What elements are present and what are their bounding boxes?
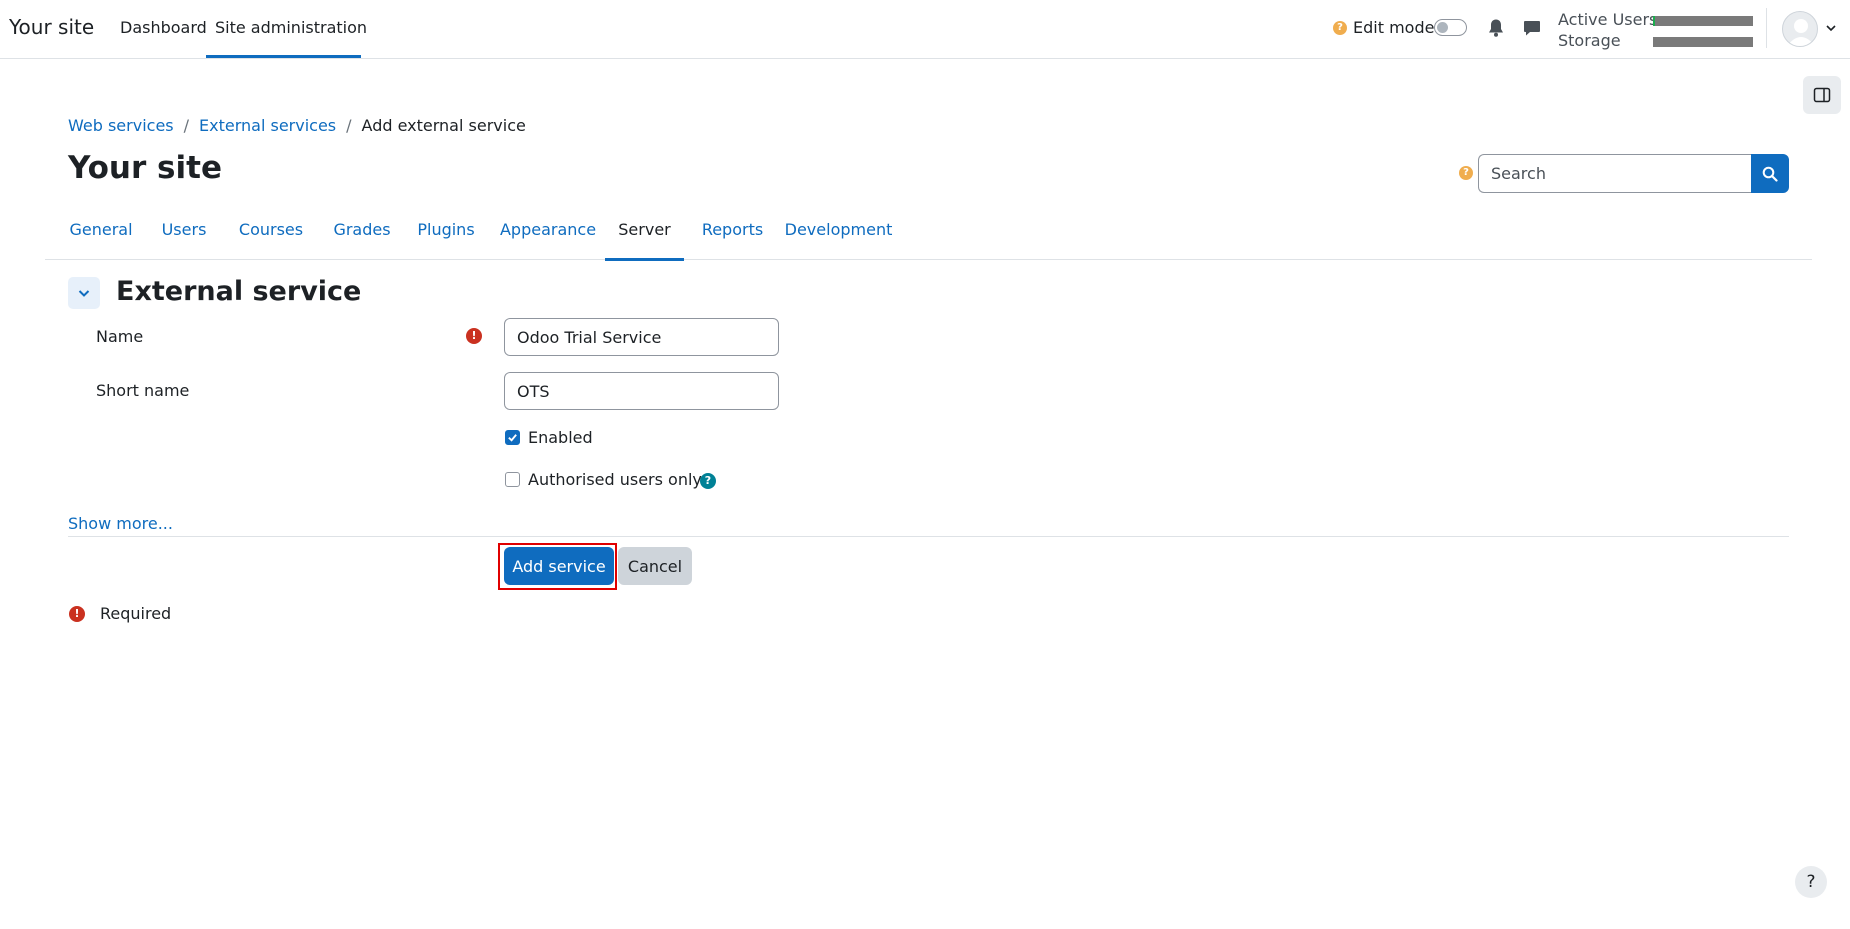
checkmark-icon: [508, 434, 517, 442]
authorised-users-checkbox[interactable]: [505, 472, 520, 487]
short-name-input[interactable]: [504, 372, 779, 410]
add-service-button[interactable]: Add service: [504, 547, 614, 585]
search-icon: [1762, 166, 1778, 182]
nav-active-indicator: [206, 55, 361, 58]
show-more-link[interactable]: Show more...: [68, 514, 173, 533]
name-label: Name: [96, 327, 144, 346]
search-button[interactable]: [1751, 154, 1789, 193]
short-name-label: Short name: [96, 381, 190, 400]
block-drawer-toggle[interactable]: [1803, 76, 1841, 114]
tab-server[interactable]: Server: [605, 218, 684, 261]
messages-chat-icon[interactable]: [1522, 18, 1542, 38]
toggle-knob: [1437, 22, 1448, 33]
user-avatar[interactable]: [1782, 11, 1818, 47]
cancel-button[interactable]: Cancel: [618, 547, 692, 585]
tab-development[interactable]: Development: [785, 218, 893, 260]
breadcrumb: Web services / External services / Add exter…: [68, 116, 526, 135]
active-users-bar: [1653, 16, 1753, 26]
edit-mode-label: Edit mode: [1353, 18, 1435, 37]
section-collapse-button[interactable]: [68, 277, 100, 309]
sidebar-panel-icon: [1813, 87, 1831, 103]
admin-tabs: General Users Courses Grades Plugins App…: [45, 218, 1812, 261]
edit-mode-help-icon[interactable]: ?: [1333, 21, 1347, 35]
admin-search-input[interactable]: [1478, 154, 1752, 193]
page-title: Your site: [68, 150, 222, 186]
chevron-down-icon[interactable]: [1824, 21, 1838, 35]
tab-users[interactable]: Users: [161, 218, 207, 260]
tab-courses[interactable]: Courses: [238, 218, 304, 260]
breadcrumb-separator: /: [346, 116, 352, 135]
site-brand[interactable]: Your site: [9, 15, 94, 39]
enabled-label: Enabled: [528, 428, 593, 447]
top-navbar: Your site Dashboard Site administration …: [0, 0, 1850, 59]
active-users-label: Active Users: [1558, 10, 1658, 29]
storage-bar: [1653, 37, 1753, 47]
form-divider: [68, 536, 1789, 537]
breadcrumb-web-services[interactable]: Web services: [68, 116, 174, 135]
required-legend: Required: [100, 604, 172, 623]
tab-appearance[interactable]: Appearance: [500, 218, 596, 260]
authorised-users-label: Authorised users only: [528, 470, 702, 489]
name-input[interactable]: [504, 318, 779, 356]
active-users-bar-fill: [1653, 16, 1655, 26]
search-help-icon[interactable]: ?: [1459, 166, 1473, 180]
footer-help-button[interactable]: ?: [1795, 866, 1827, 898]
edit-mode-toggle[interactable]: [1434, 19, 1467, 36]
notifications-bell-icon[interactable]: [1487, 18, 1505, 38]
tab-general[interactable]: General: [69, 218, 133, 260]
question-help-icon[interactable]: ?: [700, 473, 716, 489]
tab-grades[interactable]: Grades: [333, 218, 391, 260]
required-icon: !: [466, 328, 482, 344]
breadcrumb-current: Add external service: [361, 116, 526, 135]
tab-plugins[interactable]: Plugins: [416, 218, 476, 260]
nav-dashboard[interactable]: Dashboard: [120, 18, 207, 37]
enabled-checkbox[interactable]: [505, 430, 520, 445]
required-icon: !: [69, 606, 85, 622]
section-title: External service: [116, 276, 362, 307]
user-silhouette-icon: [1787, 19, 1815, 46]
breadcrumb-external-services[interactable]: External services: [199, 116, 336, 135]
tab-reports[interactable]: Reports: [699, 218, 766, 260]
storage-label: Storage: [1558, 31, 1621, 50]
chevron-down-icon: [78, 290, 90, 297]
nav-divider: [1766, 8, 1767, 48]
breadcrumb-separator: /: [183, 116, 190, 135]
nav-site-administration[interactable]: Site administration: [215, 18, 367, 37]
